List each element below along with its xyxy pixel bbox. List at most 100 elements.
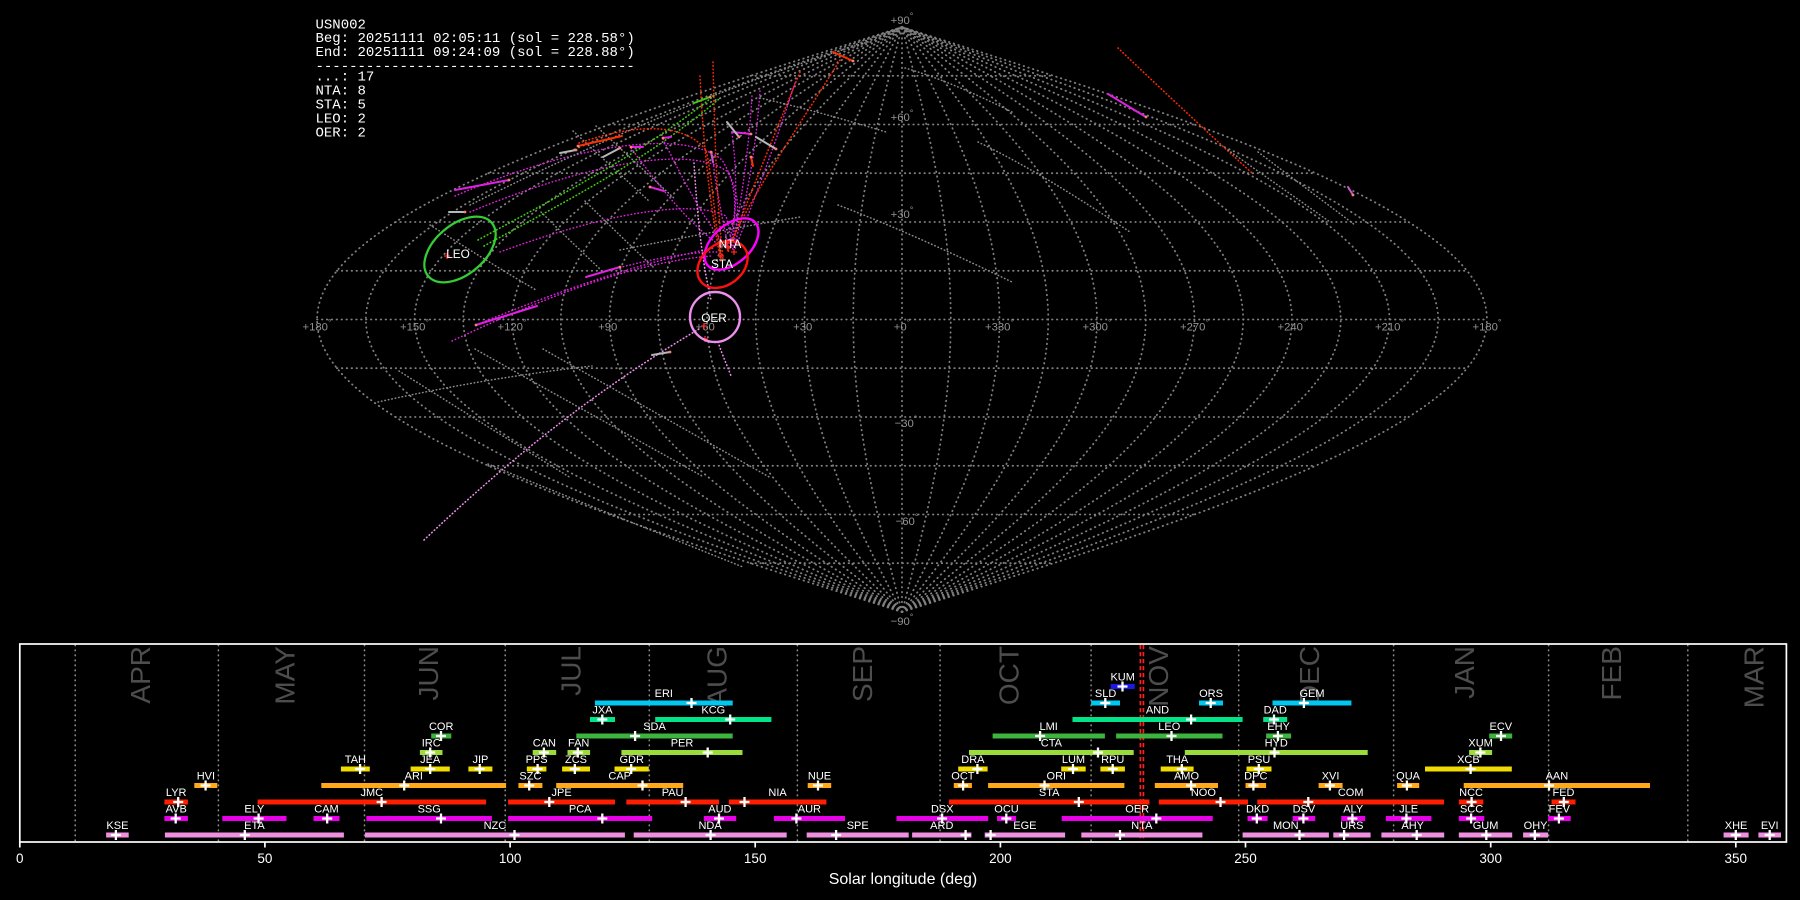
svg-text:FAN: FAN bbox=[568, 738, 589, 750]
svg-text:100: 100 bbox=[499, 851, 522, 866]
svg-text:AAN: AAN bbox=[1546, 771, 1569, 783]
svg-text:ELY: ELY bbox=[244, 804, 265, 816]
svg-text:XHE: XHE bbox=[1725, 820, 1748, 832]
svg-text:NOO: NOO bbox=[1191, 787, 1217, 799]
svg-text:ALY: ALY bbox=[1343, 804, 1364, 816]
svg-text:NCC: NCC bbox=[1459, 787, 1483, 799]
svg-text:CTA: CTA bbox=[1041, 738, 1063, 750]
svg-text:CAN: CAN bbox=[533, 738, 556, 750]
svg-text:ETA: ETA bbox=[244, 820, 265, 832]
svg-text:LEO: LEO bbox=[1158, 721, 1180, 733]
svg-text:CAP: CAP bbox=[608, 771, 631, 783]
svg-text:KCG: KCG bbox=[701, 705, 725, 717]
svg-text:JUN: JUN bbox=[413, 646, 444, 700]
svg-text:APR: APR bbox=[125, 646, 156, 704]
svg-text:AHY: AHY bbox=[1401, 820, 1424, 832]
svg-text:NOV: NOV bbox=[1143, 646, 1174, 707]
svg-text:MON: MON bbox=[1273, 820, 1299, 832]
svg-text:LMI: LMI bbox=[1040, 721, 1058, 733]
svg-text:FEB: FEB bbox=[1596, 646, 1627, 700]
svg-text:AUD: AUD bbox=[708, 804, 731, 816]
svg-text:NZC: NZC bbox=[484, 820, 507, 832]
svg-text:250: 250 bbox=[1234, 851, 1257, 866]
svg-text:NTA: NTA bbox=[719, 237, 742, 251]
svg-text:AUR: AUR bbox=[798, 804, 821, 816]
svg-text:OER: 2: OER: 2 bbox=[316, 125, 366, 141]
svg-text:ORS: ORS bbox=[1199, 688, 1223, 700]
svg-text:OCU: OCU bbox=[994, 804, 1019, 816]
svg-text:CAM: CAM bbox=[314, 804, 338, 816]
svg-text:OCT: OCT bbox=[951, 771, 975, 783]
svg-text:PAU: PAU bbox=[662, 787, 684, 799]
svg-text:OHY: OHY bbox=[1524, 820, 1549, 832]
svg-text:OER: OER bbox=[701, 311, 727, 325]
svg-text:FED: FED bbox=[1553, 787, 1575, 799]
svg-text:SZC: SZC bbox=[519, 771, 541, 783]
svg-text:ARD: ARD bbox=[930, 820, 953, 832]
svg-text:FEV: FEV bbox=[1549, 804, 1571, 816]
svg-text:HVI: HVI bbox=[197, 771, 215, 783]
svg-text:SLD: SLD bbox=[1095, 688, 1116, 700]
svg-text:TAH: TAH bbox=[345, 754, 366, 766]
svg-text:STA: STA bbox=[1039, 787, 1060, 799]
svg-text:MAR: MAR bbox=[1739, 646, 1770, 708]
svg-text:EHY: EHY bbox=[1267, 721, 1290, 733]
svg-text:SCC: SCC bbox=[1460, 804, 1483, 816]
svg-text:SSG: SSG bbox=[418, 804, 441, 816]
svg-text:DAD: DAD bbox=[1264, 705, 1287, 717]
svg-text:0: 0 bbox=[16, 851, 24, 866]
svg-text:IRC: IRC bbox=[422, 738, 441, 750]
svg-text:AVB: AVB bbox=[166, 804, 187, 816]
svg-text:XCB: XCB bbox=[1457, 754, 1480, 766]
svg-text:COR: COR bbox=[429, 721, 454, 733]
svg-text:ZCS: ZCS bbox=[565, 754, 587, 766]
svg-text:COM: COM bbox=[1338, 787, 1364, 799]
svg-text:Solar longitude (deg): Solar longitude (deg) bbox=[829, 871, 978, 888]
svg-text:350: 350 bbox=[1725, 851, 1748, 866]
svg-text:KUM: KUM bbox=[1110, 672, 1134, 684]
svg-text:EGE: EGE bbox=[1013, 820, 1036, 832]
svg-text:ECV: ECV bbox=[1489, 721, 1512, 733]
svg-text:KSE: KSE bbox=[106, 820, 128, 832]
svg-text:LEO: LEO bbox=[446, 247, 470, 261]
svg-text:JEA: JEA bbox=[420, 754, 441, 766]
svg-text:JXA: JXA bbox=[592, 705, 613, 717]
svg-text:URS: URS bbox=[1340, 820, 1363, 832]
svg-text:NUE: NUE bbox=[808, 771, 831, 783]
svg-text:DPC: DPC bbox=[1244, 771, 1267, 783]
svg-text:LYR: LYR bbox=[166, 787, 187, 799]
svg-text:SPE: SPE bbox=[847, 820, 869, 832]
svg-text:MAY: MAY bbox=[269, 646, 300, 705]
svg-text:PPS: PPS bbox=[526, 754, 548, 766]
svg-text:DKD: DKD bbox=[1246, 804, 1269, 816]
svg-text:JIP: JIP bbox=[472, 754, 488, 766]
svg-text:300: 300 bbox=[1479, 851, 1502, 866]
svg-text:QUA: QUA bbox=[1396, 771, 1421, 783]
svg-text:200: 200 bbox=[989, 851, 1012, 866]
svg-text:ERI: ERI bbox=[655, 688, 673, 700]
svg-text:PCA: PCA bbox=[569, 804, 592, 816]
svg-text:JAN: JAN bbox=[1449, 646, 1480, 699]
svg-text:AMO: AMO bbox=[1174, 771, 1200, 783]
svg-text:150: 150 bbox=[744, 851, 767, 866]
svg-text:GUM: GUM bbox=[1473, 820, 1499, 832]
svg-text:DSV: DSV bbox=[1293, 804, 1316, 816]
svg-text:NIA: NIA bbox=[768, 787, 787, 799]
svg-text:OER: OER bbox=[1125, 804, 1149, 816]
svg-text:NTA: NTA bbox=[1131, 820, 1153, 832]
svg-text:OCT: OCT bbox=[994, 646, 1025, 705]
svg-text:GDR: GDR bbox=[619, 754, 644, 766]
svg-text:50: 50 bbox=[257, 851, 272, 866]
svg-text:HYD: HYD bbox=[1265, 738, 1288, 750]
svg-text:PER: PER bbox=[671, 738, 694, 750]
svg-text:DSX: DSX bbox=[931, 804, 954, 816]
svg-text:NDA: NDA bbox=[698, 820, 722, 832]
svg-text:EVI: EVI bbox=[1761, 820, 1779, 832]
svg-text:DRA: DRA bbox=[961, 754, 985, 766]
svg-text:THA: THA bbox=[1166, 754, 1189, 766]
svg-text:XUM: XUM bbox=[1468, 738, 1492, 750]
svg-text:JPE: JPE bbox=[552, 787, 572, 799]
svg-text:SDA: SDA bbox=[643, 721, 666, 733]
svg-text:STA: STA bbox=[711, 257, 733, 271]
svg-text:RPU: RPU bbox=[1101, 754, 1124, 766]
